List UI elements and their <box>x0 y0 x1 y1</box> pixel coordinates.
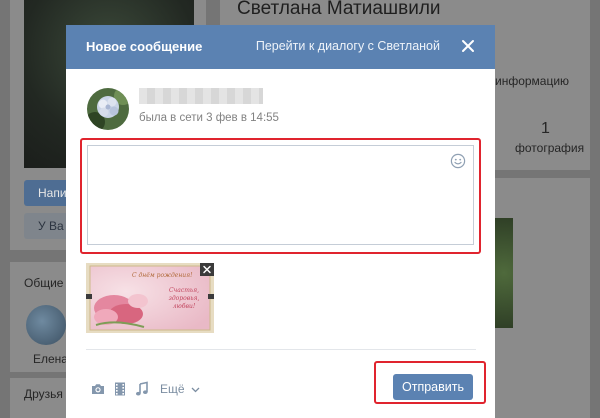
show-info-link[interactable]: информацию <box>495 74 569 88</box>
wall-photo[interactable] <box>495 218 513 328</box>
postcard-image: С днём рождения! Счастья, здоровья, любв… <box>86 263 214 333</box>
recipient-last-seen: была в сети 3 фев в 14:55 <box>139 112 279 124</box>
message-input[interactable] <box>88 146 473 244</box>
remove-attachment-icon[interactable] <box>200 263 214 276</box>
film-icon[interactable] <box>112 381 128 397</box>
camera-icon[interactable] <box>90 381 106 397</box>
photos-count[interactable]: 1 <box>541 120 550 138</box>
chevron-down-icon <box>191 387 200 393</box>
attachment-postcard[interactable]: С днём рождения! Счастья, здоровья, любв… <box>86 263 214 333</box>
message-box <box>87 145 474 245</box>
more-attachments-button[interactable]: Ещё <box>160 382 200 396</box>
postcard-body-text: Счастья, здоровья, любви! <box>168 287 200 310</box>
new-message-dialog: Новое сообщение Перейти к диалогу с Свет… <box>66 25 495 418</box>
recipient-name-blurred[interactable] <box>139 88 263 104</box>
more-label: Ещё <box>160 382 185 396</box>
postcard-heading-text: С днём рождения! <box>132 272 193 279</box>
music-note-icon[interactable] <box>134 381 150 397</box>
toolbar-divider <box>86 349 476 350</box>
friends-heading: Друзья <box>24 387 63 401</box>
recipient-row: была в сети 3 фев в 14:55 <box>87 88 477 132</box>
close-icon[interactable] <box>459 37 477 55</box>
recipient-avatar[interactable] <box>87 88 129 130</box>
smile-icon[interactable] <box>450 153 466 169</box>
photos-label[interactable]: фотография <box>515 141 584 155</box>
send-button[interactable]: Отправить <box>393 374 473 400</box>
profile-name: Светлана Матиашвили <box>237 0 441 19</box>
friend-avatar[interactable] <box>26 305 66 345</box>
goto-dialog-link[interactable]: Перейти к диалогу с Светланой <box>256 39 440 53</box>
dialog-header: Новое сообщение Перейти к диалогу с Свет… <box>66 25 495 69</box>
friend-name[interactable]: Елена <box>33 352 68 366</box>
dialog-title: Новое сообщение <box>86 39 203 54</box>
